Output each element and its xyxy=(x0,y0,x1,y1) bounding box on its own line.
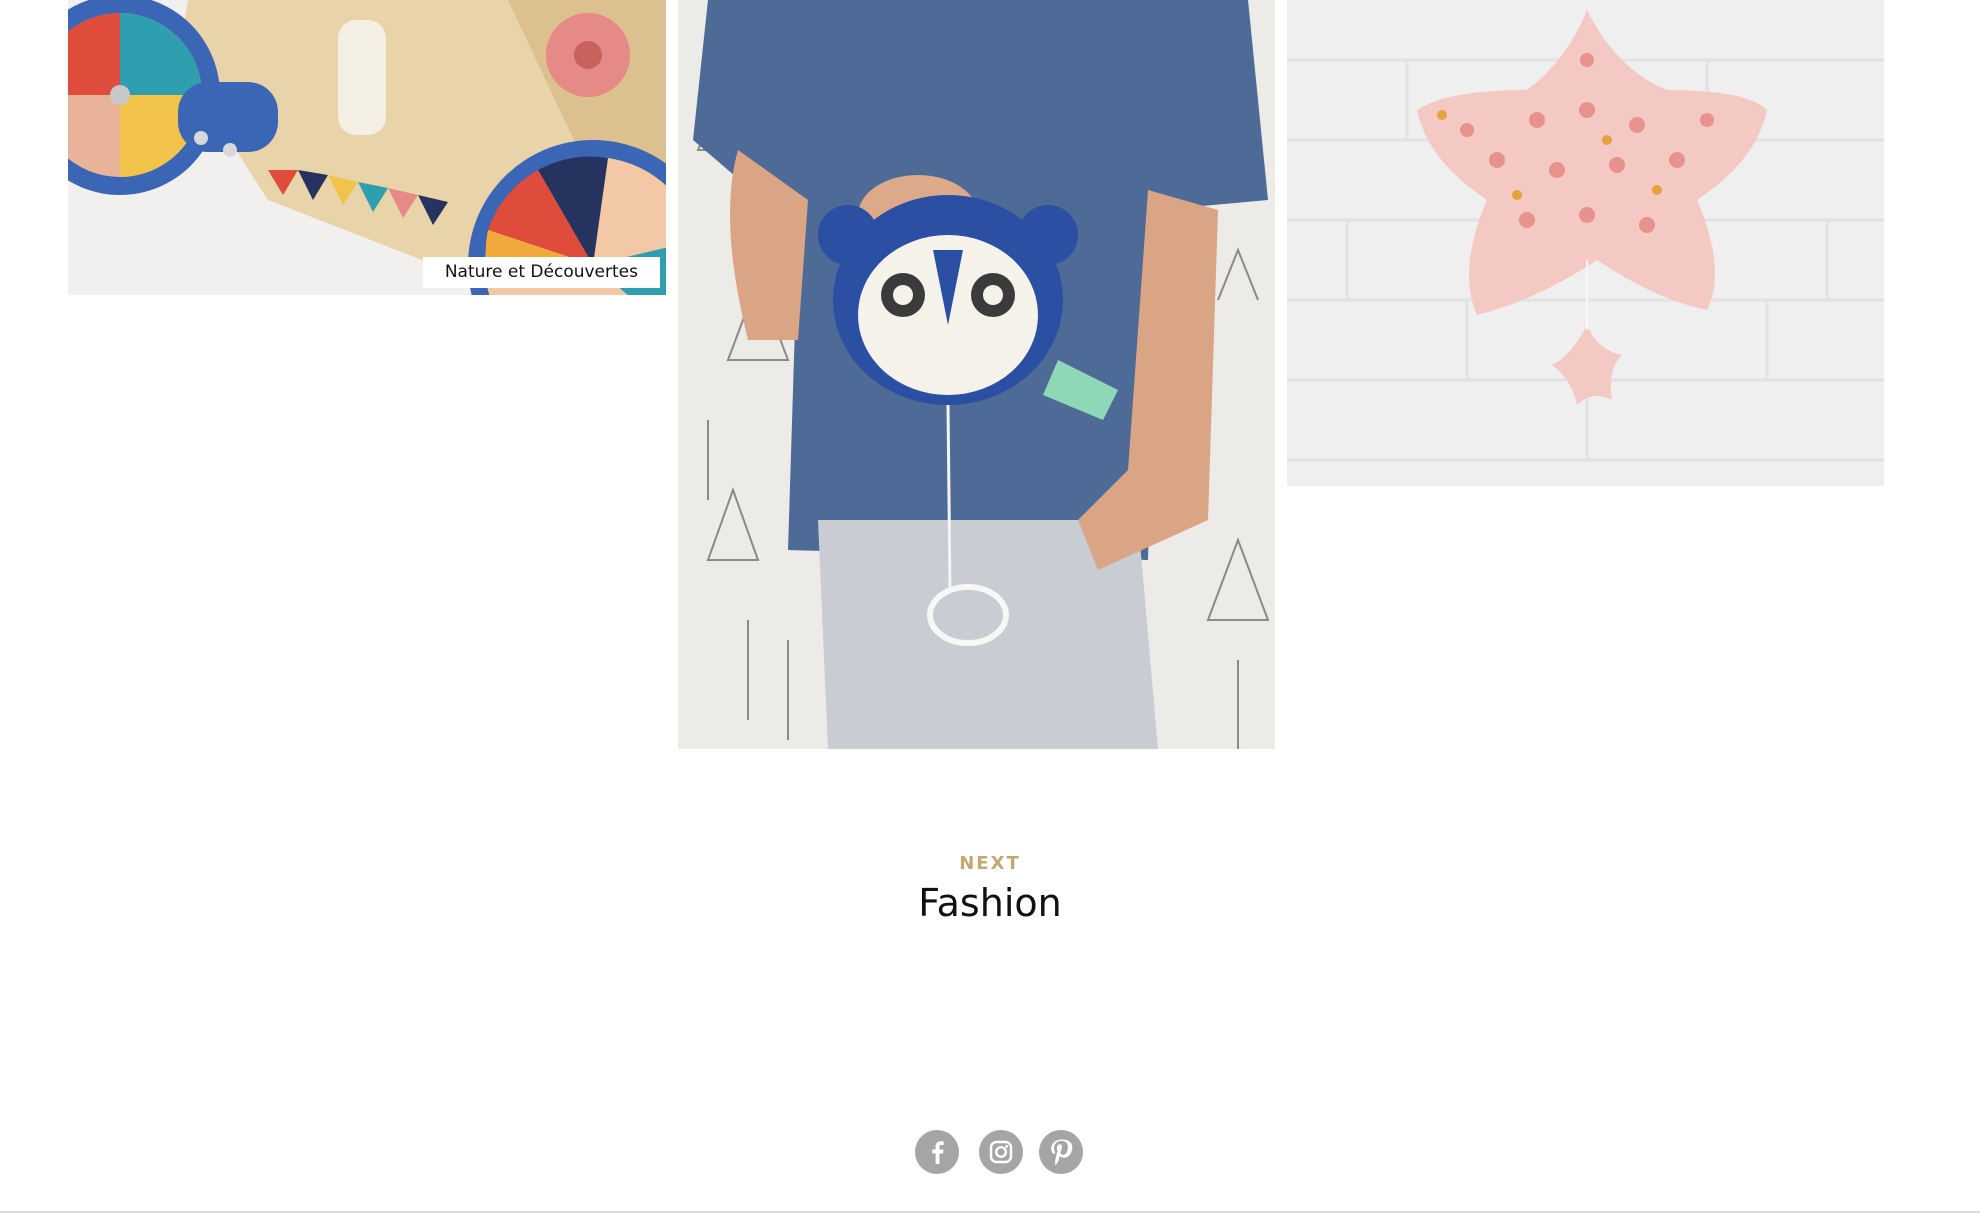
activity-walker-photo xyxy=(68,0,666,295)
next-label: NEXT xyxy=(959,853,1021,874)
facebook-icon[interactable] xyxy=(915,1130,959,1174)
social-links xyxy=(0,1130,1980,1174)
raccoon-plush-photo xyxy=(678,0,1275,749)
star-mobile-photo xyxy=(1287,0,1884,486)
gallery-image-activity-walker[interactable]: Nature et Découvertes xyxy=(68,0,666,295)
gallery-image-star-mobile[interactable] xyxy=(1287,0,1884,486)
image-caption: Nature et Découvertes xyxy=(422,257,660,288)
next-project-link[interactable]: NEXT Fashion xyxy=(0,852,1980,926)
next-project-title: Fashion xyxy=(918,881,1062,925)
page: Nature et Découvertes NEXT Fashion xyxy=(0,0,1980,1213)
gallery-image-raccoon-plush[interactable] xyxy=(678,0,1275,749)
pinterest-icon[interactable] xyxy=(1039,1130,1083,1174)
instagram-icon[interactable] xyxy=(979,1130,1023,1174)
